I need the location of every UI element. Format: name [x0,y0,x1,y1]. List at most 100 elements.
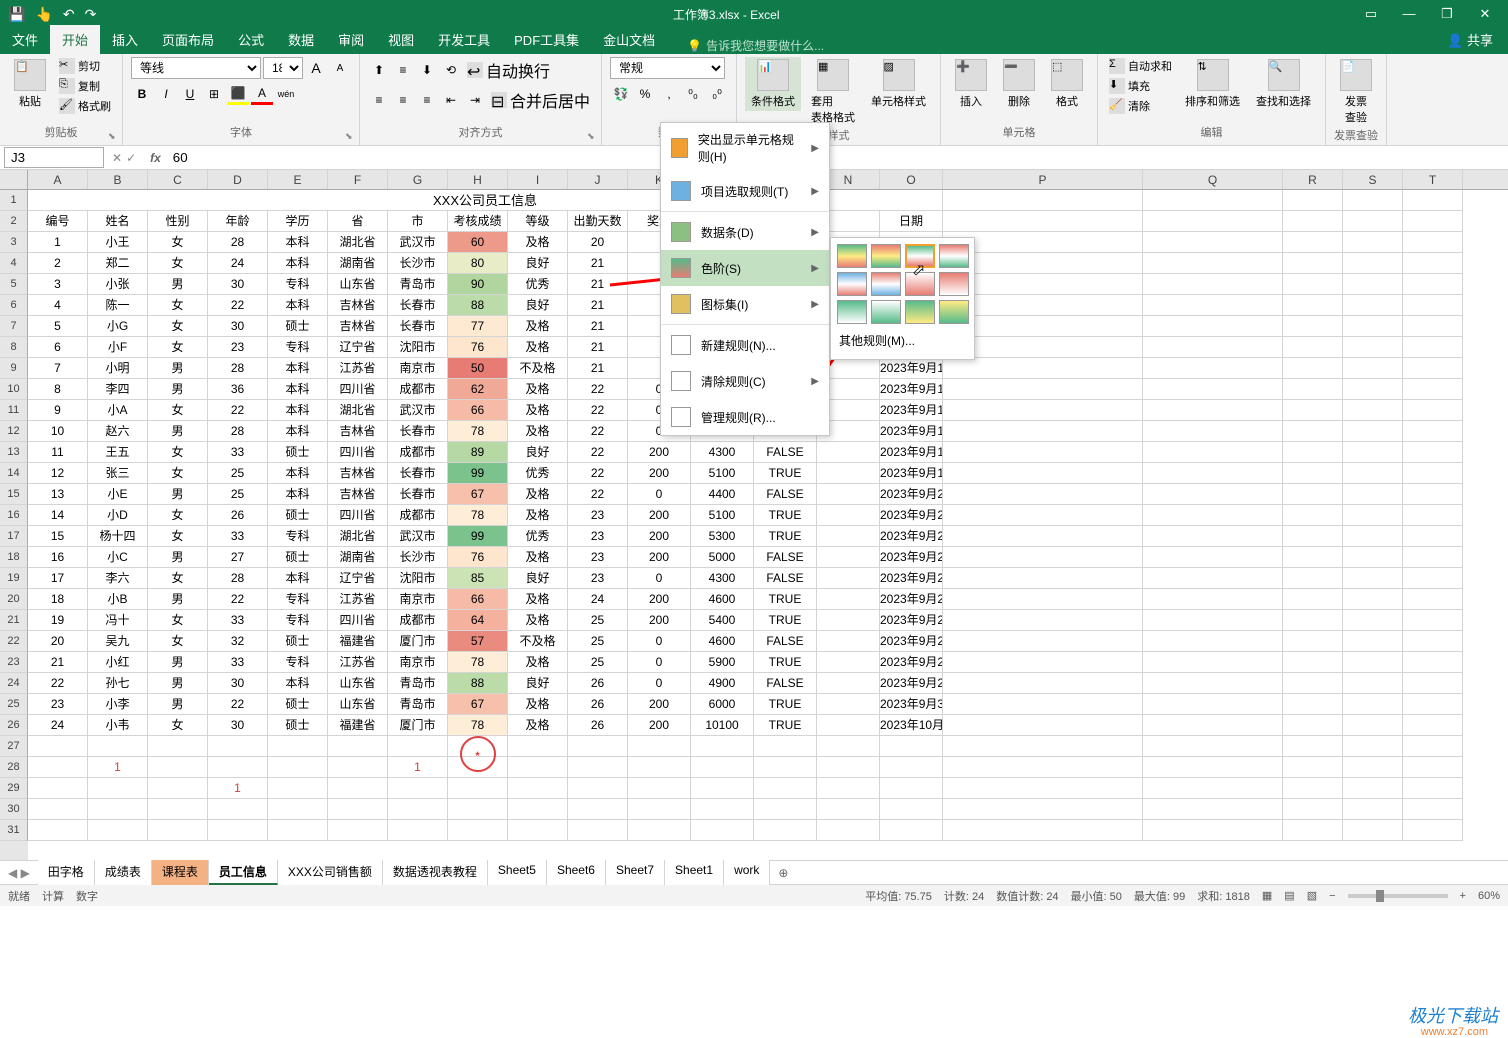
cell[interactable] [943,505,1143,526]
cell[interactable]: 优秀 [508,274,568,295]
cell[interactable] [1143,757,1283,778]
cell[interactable]: 33 [208,526,268,547]
cell[interactable]: 25 [208,463,268,484]
header-cell[interactable]: 省 [328,211,388,232]
cell[interactable]: 17 [28,568,88,589]
view-pagebreak-icon[interactable]: ▧ [1307,889,1317,902]
cell[interactable]: 硕士 [268,631,328,652]
find-select-button[interactable]: 🔍查找和选择 [1250,57,1317,111]
row-header[interactable]: 4 [0,253,28,274]
cell[interactable]: 66 [448,589,508,610]
cell[interactable] [1403,778,1463,799]
cell[interactable]: 沈阳市 [388,568,448,589]
indent-dec-button[interactable]: ⇤ [440,89,462,111]
cell[interactable]: 200 [628,442,691,463]
column-header[interactable]: G [388,170,448,189]
cell[interactable]: 23 [208,337,268,358]
comma-button[interactable]: , [658,83,680,105]
header-cell[interactable]: 日期 [880,211,943,232]
cell[interactable]: 南京市 [388,589,448,610]
cell[interactable]: 64 [448,610,508,631]
cell[interactable] [1403,316,1463,337]
cell[interactable]: 6000 [691,694,754,715]
row-header[interactable]: 2 [0,211,28,232]
cell[interactable]: 本科 [268,484,328,505]
cell[interactable] [1283,589,1343,610]
column-header[interactable]: Q [1143,170,1283,189]
cf-top-rules[interactable]: 项目选取规则(T)▶ [661,173,829,209]
cell[interactable]: 36 [208,379,268,400]
cell[interactable] [943,778,1143,799]
cell[interactable] [1403,652,1463,673]
italic-button[interactable]: I [155,83,177,105]
cell[interactable] [943,715,1143,736]
cell[interactable]: 4300 [691,568,754,589]
cell[interactable]: TRUE [754,505,817,526]
cell[interactable]: 及格 [508,316,568,337]
cell[interactable] [691,799,754,820]
cell[interactable]: 长春市 [388,421,448,442]
cell[interactable] [880,799,943,820]
cell[interactable]: 本科 [268,400,328,421]
cell[interactable]: 男 [148,694,208,715]
row-header[interactable]: 24 [0,673,28,694]
cell[interactable]: 4400 [691,484,754,505]
tab-pdf[interactable]: PDF工具集 [502,25,591,54]
cell[interactable]: 20 [568,232,628,253]
cell[interactable] [754,799,817,820]
cell[interactable] [1403,757,1463,778]
cell[interactable] [691,736,754,757]
cell[interactable]: 吉林省 [328,295,388,316]
cell[interactable] [1143,778,1283,799]
cell[interactable] [1283,190,1343,211]
maximize-button[interactable]: ❐ [1432,6,1462,22]
cell[interactable]: 78 [448,652,508,673]
cell[interactable]: 4300 [691,442,754,463]
cell[interactable]: 及格 [508,589,568,610]
cell[interactable]: 优秀 [508,463,568,484]
cell[interactable] [817,526,880,547]
cell[interactable] [1403,190,1463,211]
currency-button[interactable]: 💱 [610,83,632,105]
cell[interactable] [754,778,817,799]
cell[interactable] [1403,715,1463,736]
cell[interactable]: FALSE [754,568,817,589]
dialog-launcher-icon[interactable]: ⬊ [345,131,357,143]
cell[interactable]: 26 [568,673,628,694]
cell[interactable]: 及格 [508,694,568,715]
cell[interactable]: 不及格 [508,631,568,652]
cell[interactable]: 26 [568,694,628,715]
cell[interactable] [943,484,1143,505]
cell[interactable]: 200 [628,694,691,715]
cell[interactable]: 30 [208,715,268,736]
cell[interactable]: 22 [568,442,628,463]
cell[interactable] [448,778,508,799]
cell[interactable] [268,778,328,799]
cell[interactable]: FALSE [754,673,817,694]
cell[interactable] [817,778,880,799]
cell[interactable]: 武汉市 [388,400,448,421]
row-header[interactable]: 9 [0,358,28,379]
merge-center-button[interactable]: ⊟合并后居中 [488,87,593,113]
cell[interactable]: 长春市 [388,463,448,484]
cell[interactable]: 女 [148,337,208,358]
cell[interactable]: 200 [628,526,691,547]
fill-color-button[interactable]: ⬛ [227,83,249,105]
cell[interactable]: 本科 [268,358,328,379]
cell[interactable] [1143,652,1283,673]
cell[interactable] [817,568,880,589]
cell[interactable]: 孙七 [88,673,148,694]
row-header[interactable]: 31 [0,820,28,841]
align-top-button[interactable]: ⬆ [368,59,390,81]
header-cell[interactable]: 性别 [148,211,208,232]
cell[interactable] [568,799,628,820]
cell[interactable] [943,820,1143,841]
cell[interactable]: 专科 [268,610,328,631]
cell[interactable] [1283,757,1343,778]
column-header[interactable]: H [448,170,508,189]
cell[interactable]: 8 [28,379,88,400]
cell[interactable] [1283,337,1343,358]
row-header[interactable]: 13 [0,442,28,463]
cell[interactable] [1143,631,1283,652]
sheet-tab[interactable]: 员工信息 [209,860,278,885]
